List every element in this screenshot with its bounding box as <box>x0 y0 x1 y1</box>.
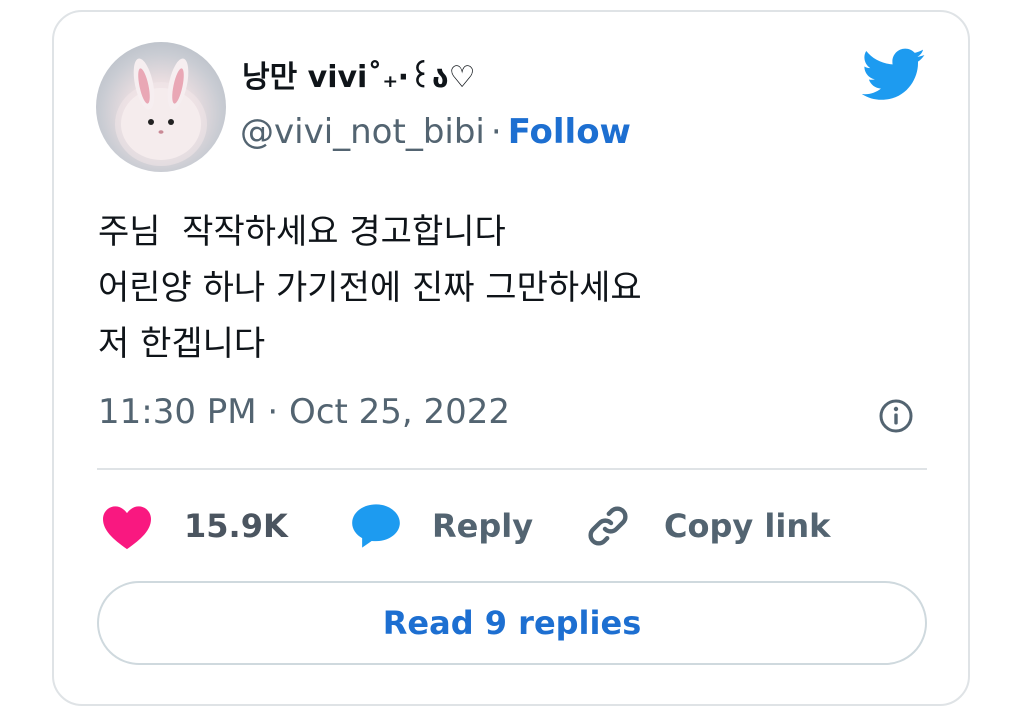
tweet-text: 주님 작작하세요 경고합니다 어린양 하나 가기전에 진짜 그만하세요 저 한겝… <box>98 212 642 364</box>
info-icon[interactable] <box>878 398 914 434</box>
read-replies-button[interactable]: Read 9 replies <box>97 581 927 665</box>
follow-button[interactable]: Follow <box>508 112 631 152</box>
display-name[interactable]: 낭만 vivi˚₊‧꒰ა♡ <box>242 52 476 96</box>
avatar-bunny-image <box>115 58 207 166</box>
reply-label: Reply <box>432 507 534 545</box>
likes-count: 15.9K <box>184 507 288 545</box>
avatar[interactable] <box>96 42 226 172</box>
reply-button[interactable]: Reply <box>350 500 533 552</box>
copy-link-button[interactable]: Copy link <box>582 500 830 552</box>
heart-icon <box>103 506 151 550</box>
tweet-timestamp[interactable]: 11:30 PM · Oct 25, 2022 <box>98 392 510 432</box>
handle-row: @vivi_not_bibi · Follow <box>240 112 631 152</box>
link-icon <box>588 506 628 546</box>
reply-bubble-icon <box>352 504 400 548</box>
copy-link-label: Copy link <box>664 507 831 545</box>
like-button[interactable]: 15.9K <box>100 500 288 552</box>
user-handle[interactable]: @vivi_not_bibi <box>240 112 485 152</box>
separator-dot: · <box>490 112 502 152</box>
divider <box>97 468 927 470</box>
twitter-bird-icon[interactable] <box>862 48 926 102</box>
